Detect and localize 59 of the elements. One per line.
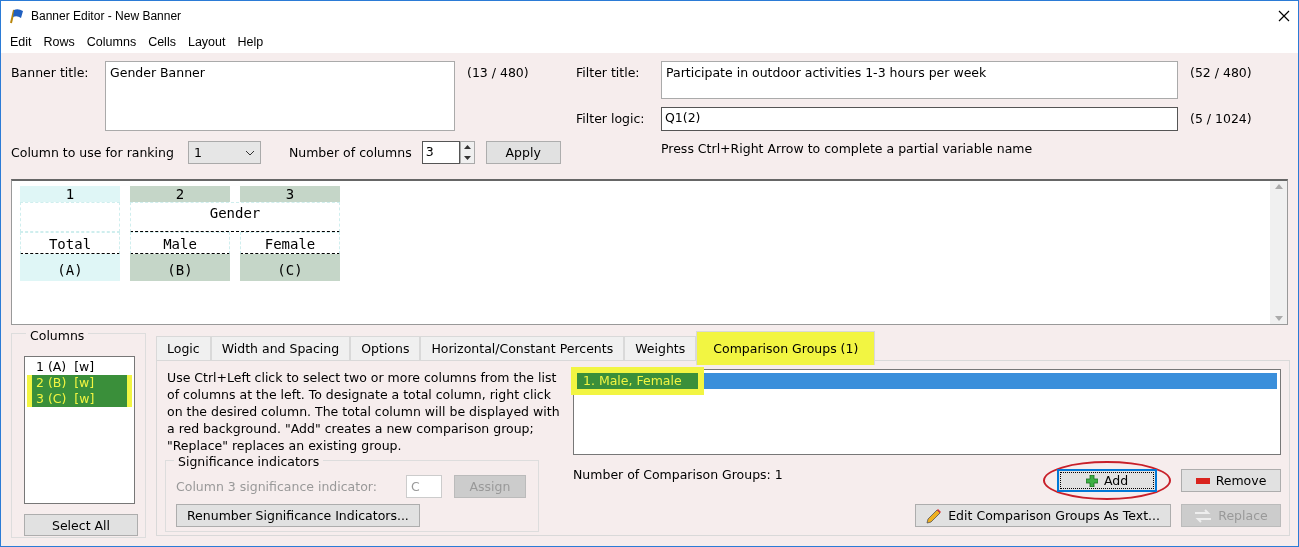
menu-item[interactable]: Columns [80,35,143,49]
group-title: Significance indicators [174,453,324,470]
column-heading: Total [20,232,120,254]
field-label: Number of columns [288,145,412,160]
column-list-item[interactable]: 1 (A) [w] [27,359,132,375]
field-label: Filter title: [576,65,641,80]
column-heading: Female [240,232,340,254]
column-number: 3 [240,186,340,202]
ranking-dropdown[interactable]: 1 [187,141,261,164]
filter-title-field[interactable]: Participate in outdoor activities 1-3 hours per week [661,61,1178,99]
flag-icon [9,8,25,24]
plus-icon [1085,474,1098,487]
instructions-text: Use Ctrl+Left click to select two or more columns from the list of columns at the left. To designate a total column, right click on the desired column. The total column will be displayed with a red background. "Add" creates a new comparison group; "Replace" replaces an existing group. [166,369,561,454]
hint-text: Press Ctrl+Right Arrow to complete a partial variable name [661,141,1034,156]
column-heading: Male [130,232,230,254]
spinner-arrows-icon[interactable] [459,141,475,164]
field-label: Banner title: [11,65,90,80]
minus-icon [1195,477,1210,484]
column-number: 1 [20,186,120,202]
menu-item[interactable]: Cells [142,35,182,49]
filter-logic-field[interactable]: Q1(2) [661,107,1178,131]
character-count: (5 / 1024) [1190,111,1252,126]
menu-item[interactable]: Edit [4,35,38,49]
column-letter: (B) [166,261,194,280]
group-count-text: Number of Comparison Groups: 1 [573,467,783,482]
field-label: Column 3 significance indicator: [176,478,378,495]
tab[interactable]: Weights [624,336,697,360]
pencil-icon [926,507,943,524]
column-letter: (C) [276,261,304,280]
menu-item[interactable]: Rows [37,35,81,49]
menu-item[interactable]: Layout [181,35,232,49]
field-label: Column to use for ranking [11,145,174,160]
character-count: (52 / 480) [1190,65,1252,80]
menu-item[interactable]: Help [231,35,270,49]
columns-number-field[interactable]: 3 [421,141,460,164]
column-number: 2 [130,186,230,202]
select-all-button[interactable]: Select All [24,514,138,536]
edit-button[interactable]: Edit Comparison Groups As Text... [915,504,1171,527]
add-button[interactable]: Add [1057,469,1157,492]
tab[interactable]: Horizontal/Constant Percents [420,336,625,360]
column-list-item[interactable]: 3 (C) [w] [27,391,132,407]
close-icon[interactable] [1278,10,1290,22]
tab[interactable]: Options [350,336,421,360]
character-count: (13 / 480) [467,65,529,80]
column-letter: (A) [56,261,84,280]
field-label: Filter logic: [576,111,646,126]
apply-button[interactable]: Apply [485,141,561,164]
tab[interactable]: Logic [156,336,211,360]
chevron-down-icon[interactable] [244,149,255,156]
columns-list[interactable]: 1 (A) [w] 2 (B) [w] 3 (C) [w] [24,356,135,504]
group-title: Columns [26,328,89,343]
remove-button[interactable]: Remove [1181,469,1281,492]
tab[interactable]: Comparison Groups (1) [696,331,876,365]
comparison-groups-list[interactable]: 1. Male, Female [573,369,1281,455]
swap-arrows-icon [1194,508,1213,523]
window-title: Banner Editor - New Banner [31,9,183,23]
banner-title-field[interactable]: Gender Banner [105,61,455,131]
tab[interactable]: Width and Spacing [210,336,351,360]
renumber-button[interactable]: Renumber Significance Indicators... [176,504,420,527]
